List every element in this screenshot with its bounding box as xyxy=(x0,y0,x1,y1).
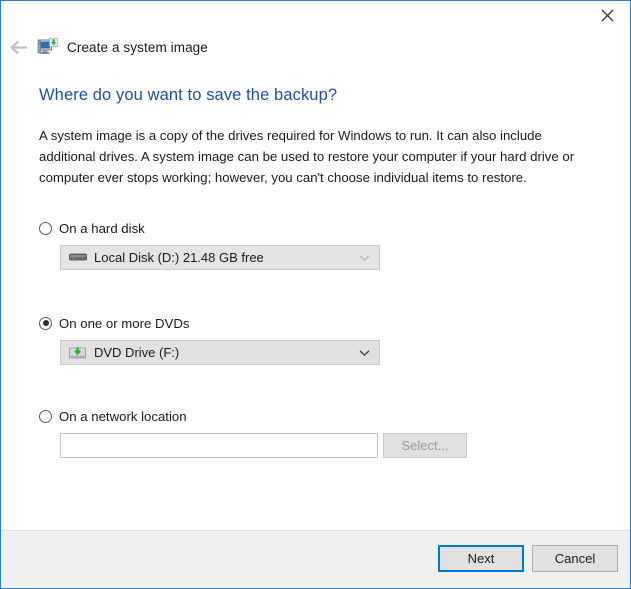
wizard-nav-row: Create a system image xyxy=(1,32,208,62)
option-network-location: On a network location Select... xyxy=(39,407,467,458)
radio-network-location-label: On a network location xyxy=(59,408,187,424)
title-bar xyxy=(1,1,630,31)
back-arrow-glyph xyxy=(9,40,27,54)
create-system-image-window: Create a system image Where do you want … xyxy=(0,0,631,589)
dvd-drive-glyph xyxy=(69,346,86,358)
close-icon[interactable] xyxy=(585,1,630,30)
radio-hard-disk-label: On a hard disk xyxy=(59,220,145,236)
cancel-button[interactable]: Cancel xyxy=(532,545,618,572)
radio-hard-disk-indicator xyxy=(39,221,52,235)
wizard-title: Create a system image xyxy=(67,39,208,55)
next-button[interactable]: Next xyxy=(438,545,524,572)
combo-dvd-drive[interactable]: DVD Drive (F:) xyxy=(60,340,380,365)
select-button[interactable]: Select... xyxy=(383,433,467,458)
content-area: Where do you want to save the backup? A … xyxy=(1,69,630,530)
dvd-drive-icon xyxy=(69,345,87,361)
hard-drive-glyph xyxy=(69,253,87,260)
radio-dvds-indicator xyxy=(39,316,52,330)
footer-button-group: Next Cancel xyxy=(438,545,618,572)
option-dvds: On one or more DVDs DVD Drive (F:) xyxy=(39,314,380,365)
option-hard-disk: On a hard disk Local Disk (D:) 21.48 GB … xyxy=(39,219,380,270)
radio-dvds-label: On one or more DVDs xyxy=(59,315,190,331)
radio-network-location[interactable]: On a network location xyxy=(39,407,467,425)
radio-network-location-indicator xyxy=(39,409,52,423)
hard-drive-icon xyxy=(69,250,87,266)
system-image-glyph xyxy=(37,37,59,54)
network-location-row: Select... xyxy=(60,433,467,458)
footer-bar: Next Cancel xyxy=(1,530,630,588)
back-arrow-icon[interactable] xyxy=(1,32,37,62)
chevron-down-icon xyxy=(359,349,370,356)
combo-dvd-drive-value: DVD Drive (F:) xyxy=(94,345,180,360)
close-glyph xyxy=(601,9,614,22)
radio-dvds[interactable]: On one or more DVDs xyxy=(39,314,380,332)
network-location-input[interactable] xyxy=(60,433,378,458)
chevron-down-icon xyxy=(359,254,370,261)
radio-hard-disk[interactable]: On a hard disk xyxy=(39,219,380,237)
page-description: A system image is a copy of the drives r… xyxy=(39,128,575,185)
page-title: Where do you want to save the backup? xyxy=(39,86,338,104)
system-image-icon xyxy=(37,36,59,58)
combo-hard-disk[interactable]: Local Disk (D:) 21.48 GB free xyxy=(60,245,380,270)
chevron-down-glyph xyxy=(359,349,370,356)
chevron-down-glyph xyxy=(359,254,370,261)
combo-hard-disk-value: Local Disk (D:) 21.48 GB free xyxy=(94,250,264,265)
